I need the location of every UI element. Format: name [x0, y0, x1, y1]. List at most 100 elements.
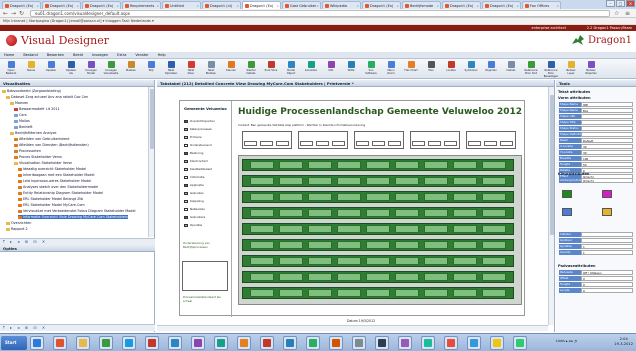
process-step-box[interactable] [482, 177, 506, 185]
process-step-box[interactable] [453, 177, 477, 185]
process-step-box[interactable] [424, 257, 448, 265]
process-step-box[interactable] [482, 209, 506, 217]
property-value[interactable]: Box [581, 108, 633, 113]
sub-process-box[interactable] [276, 141, 289, 146]
tree-item[interactable]: ERL Stakeholder Model Belangt Ztb [18, 197, 83, 201]
property-value[interactable] [581, 126, 633, 131]
process-step-box[interactable] [395, 161, 419, 169]
process-step-box[interactable] [453, 225, 477, 233]
browser-tab[interactable]: Bedrijfsmode × [402, 1, 441, 9]
process-step-box[interactable] [482, 225, 506, 233]
process-step-box[interactable] [337, 161, 361, 169]
close-tab-icon[interactable]: × [116, 4, 119, 8]
sub-process-box[interactable] [356, 141, 369, 146]
process-step-box[interactable] [395, 257, 419, 265]
toolbar-button[interactable]: Tekst Opmaken [164, 60, 178, 78]
process-step-box[interactable] [366, 209, 390, 217]
color-swatch[interactable] [562, 208, 572, 216]
tree-item[interactable]: Afteilden van Diensten (Bedrijfsdiensten… [14, 143, 89, 147]
close-tab-icon[interactable]: × [436, 4, 439, 8]
taskbar-app[interactable] [329, 336, 343, 350]
taskbar-app[interactable] [122, 336, 136, 350]
sub-process-box[interactable] [372, 141, 385, 146]
browser-tab[interactable]: Dragon1 (nl) × [202, 1, 241, 9]
process-step-box[interactable] [250, 177, 274, 185]
toolbar-button[interactable]: Nieuw [24, 60, 38, 78]
taskbar-app[interactable] [283, 336, 297, 350]
taskbar-app[interactable] [168, 336, 182, 350]
toolbar-button[interactable]: Invoegen Visualisatie [104, 60, 118, 78]
toolbar-button[interactable]: Witte [344, 60, 358, 78]
taskbar-app[interactable] [306, 336, 320, 350]
process-step-box[interactable] [424, 225, 448, 233]
taskbar-app[interactable] [214, 336, 228, 350]
property-value[interactable]: 0 [581, 276, 633, 281]
process-step-box[interactable] [308, 161, 332, 169]
property-value[interactable] [581, 238, 633, 243]
process-step-box[interactable] [482, 257, 506, 265]
toolbar-button[interactable]: Model Object [284, 60, 298, 78]
start-button[interactable]: Start [1, 336, 27, 350]
property-value[interactable] [581, 132, 633, 137]
process-step-box[interactable] [337, 193, 361, 201]
tree-item[interactable]: Dataset Zorg actueel Anv ana rabbit Coo … [6, 95, 88, 99]
taskbar-app[interactable] [467, 336, 481, 350]
process-step-box[interactable] [279, 225, 303, 233]
process-step-box[interactable] [395, 289, 419, 297]
canvas-vscroll[interactable] [548, 87, 554, 325]
process-step-box[interactable] [453, 289, 477, 297]
menu-item[interactable]: Invoegen [92, 53, 108, 57]
process-step-box[interactable] [482, 241, 506, 249]
process-step-box[interactable] [366, 273, 390, 281]
process-step-box[interactable] [395, 273, 419, 281]
process-step-box[interactable] [337, 225, 361, 233]
menu-item[interactable]: Extra [117, 53, 126, 57]
toolbar-button[interactable]: Mus [424, 60, 438, 78]
menu-item[interactable]: Help [158, 53, 166, 57]
process-step-box[interactable] [250, 241, 274, 249]
color-swatch[interactable] [602, 190, 612, 198]
color-swatch[interactable] [602, 208, 612, 216]
process-step-box[interactable] [337, 241, 361, 249]
sub-process-box[interactable] [484, 141, 497, 146]
process-step-box[interactable] [308, 225, 332, 233]
property-value[interactable] [581, 114, 633, 119]
process-step-box[interactable] [424, 289, 448, 297]
process-step-box[interactable] [395, 225, 419, 233]
browser-tab[interactable]: Dragon1 (En) × [362, 1, 401, 9]
close-tab-icon[interactable]: × [76, 4, 79, 8]
process-step-box[interactable] [279, 273, 303, 281]
process-step-box[interactable] [337, 209, 361, 217]
property-value[interactable]: 100 [581, 156, 633, 161]
browser-tab[interactable]: Dragon1 (En) × [2, 1, 41, 9]
process-step-box[interactable] [279, 257, 303, 265]
process-box[interactable] [466, 131, 516, 149]
tree-item[interactable]: Proces Stakeholder Versn [14, 155, 62, 159]
toolbar-button[interactable]: Details [504, 60, 518, 78]
process-step-box[interactable] [424, 209, 448, 217]
property-value[interactable]: Off / Uitlagen [581, 270, 633, 275]
browser-tab[interactable]: Gast Gebruiker × [282, 1, 321, 9]
process-step-box[interactable] [453, 257, 477, 265]
toolbar-button[interactable]: Invoegen Model [84, 60, 98, 78]
browser-tab[interactable]: Fox Offices × [522, 1, 561, 9]
menu-item[interactable]: Venster [135, 53, 148, 57]
close-window-icon[interactable]: × [626, 0, 635, 7]
sub-process-box[interactable] [388, 141, 401, 146]
process-step-box[interactable] [337, 289, 361, 297]
toolbar-button[interactable]: Opslaan Als [64, 60, 78, 78]
sub-process-box[interactable] [244, 141, 257, 146]
path-attributes-section[interactable]: Padvaseattributen [558, 264, 596, 268]
property-value[interactable]: 1 [581, 250, 633, 255]
process-diagram[interactable]: Gemeente Veluweloo Overzichtspunten Keten… [179, 100, 525, 317]
browser-tab[interactable]: Untitled × [162, 1, 201, 9]
menu-item[interactable]: Home [4, 53, 14, 57]
process-box[interactable] [242, 131, 292, 149]
process-step-box[interactable] [453, 209, 477, 217]
url-field[interactable]: eu01.dragon1.com/visualdesigner_default.… [30, 10, 610, 17]
tree-item[interactable]: Visualisation Stakeholder Versn [14, 161, 72, 165]
text-attributes-section[interactable]: Tekst attributes [558, 90, 590, 94]
minimize-icon[interactable]: – [606, 0, 615, 7]
browser-tab[interactable]: Requirements × [122, 1, 161, 9]
toolbar-button[interactable]: Svn Software [364, 60, 378, 78]
